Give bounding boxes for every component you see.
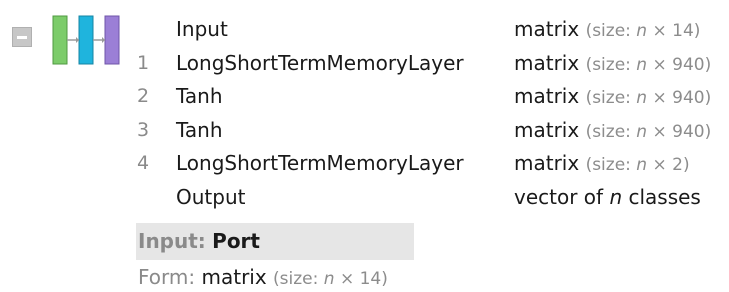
layer-index: 1 — [137, 51, 150, 74]
layer-name: LongShortTermMemoryLayer — [176, 50, 464, 75]
port-header[interactable]: Input: Port — [136, 223, 414, 260]
layer-type: vector of n classes — [514, 184, 701, 209]
layer-type: matrix (size: n × 2) — [514, 148, 690, 180]
type-size: (size: n × 14) — [585, 21, 701, 41]
layer-type: matrix (size: n × 14) — [514, 14, 700, 46]
type-name: matrix — [514, 84, 580, 109]
type-size: (size: n × 940) — [585, 88, 712, 109]
layer-row: 1 LongShortTermMemoryLayer matrix (size:… — [0, 48, 729, 82]
layer-row: 4 LongShortTermMemoryLayer matrix (size:… — [0, 148, 729, 182]
layer-index: 4 — [137, 152, 150, 175]
port-form: Form: matrix (size: n × 14) — [138, 265, 388, 292]
layer-type: matrix (size: n × 940) — [514, 48, 711, 80]
layer-type: matrix (size: n × 940) — [514, 115, 711, 147]
layer-name: Input — [176, 17, 228, 41]
type-name: matrix — [514, 151, 580, 176]
type-size: (size: n × 2) — [585, 155, 690, 176]
type-size: (size: n × 940) — [585, 54, 712, 75]
layer-index: 2 — [137, 85, 150, 108]
layer-index: 3 — [137, 118, 150, 141]
layer-row: 2 Tanh matrix (size: n × 940) — [0, 81, 729, 115]
type-size: (size: n × 940) — [585, 121, 712, 142]
port-value: Port — [212, 229, 260, 253]
port-label: Input: — [138, 229, 206, 253]
layer-row-input: Input matrix (size: n × 14) — [0, 14, 729, 48]
type-name: matrix — [514, 17, 580, 41]
layer-name: LongShortTermMemoryLayer — [176, 151, 464, 176]
layer-row: 3 Tanh matrix (size: n × 940) — [0, 115, 729, 149]
layer-name: Tanh — [176, 84, 223, 109]
layer-name: Tanh — [176, 117, 223, 142]
form-label: Form: — [138, 265, 196, 289]
layer-name: Output — [176, 184, 246, 209]
network-summary-panel: Input matrix (size: n × 14) 1 LongShortT… — [0, 0, 729, 290]
type-name: matrix — [514, 117, 580, 142]
layers-table: Input matrix (size: n × 14) 1 LongShortT… — [0, 14, 729, 216]
type-name: matrix — [514, 50, 580, 75]
layer-row-output: Output vector of n classes — [0, 182, 729, 216]
form-value: matrix — [201, 265, 267, 289]
form-size: (size: n × 14) — [273, 269, 388, 289]
layer-type: matrix (size: n × 940) — [514, 81, 711, 113]
